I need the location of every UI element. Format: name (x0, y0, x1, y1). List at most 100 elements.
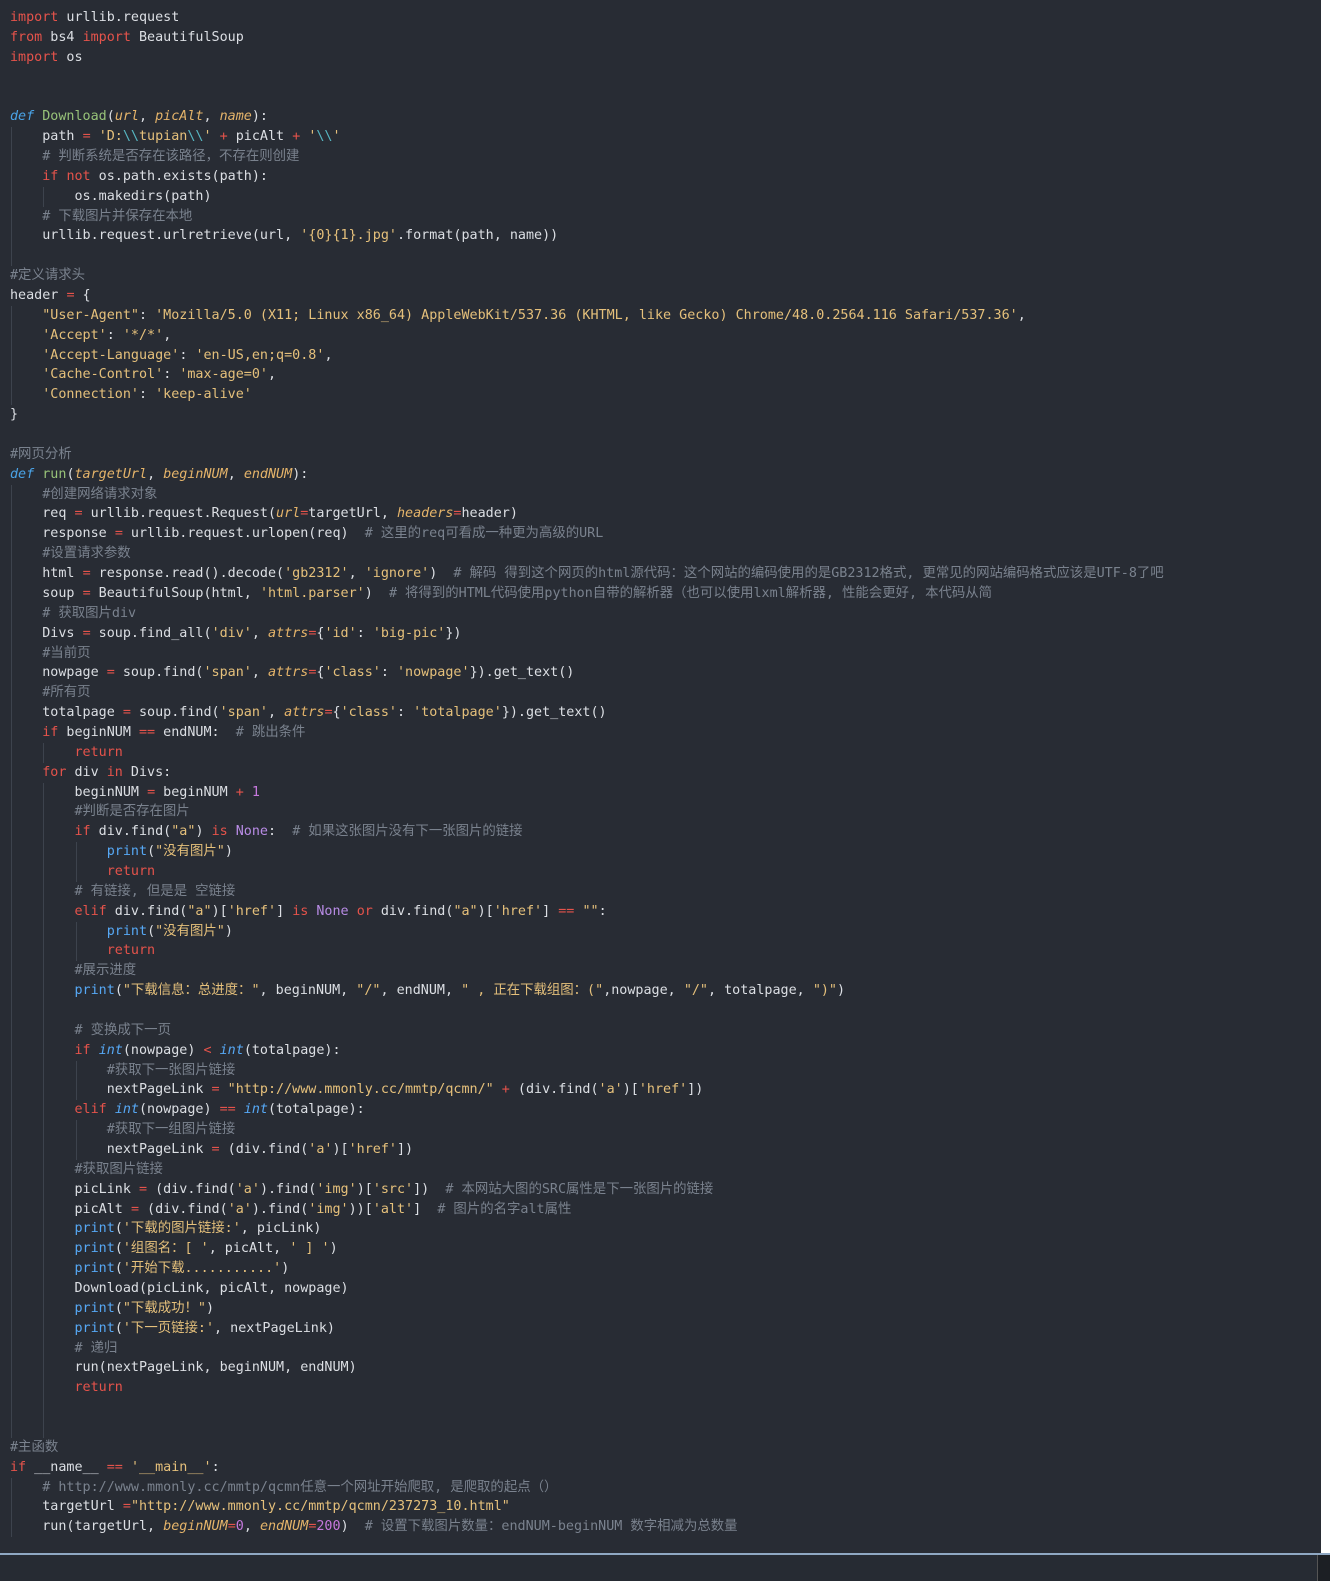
code-line[interactable]: targetUrl ="http://www.mmonly.cc/mmtp/qc… (10, 1497, 1321, 1518)
code-line[interactable]: # 递归 (10, 1338, 1321, 1359)
code-line[interactable]: # 获取图片div (10, 603, 1321, 624)
code-line[interactable]: 'Connection': 'keep-alive' (10, 385, 1321, 406)
code-line[interactable]: print("没有图片") (10, 842, 1321, 862)
code-line[interactable]: return (10, 941, 1321, 962)
indent-guide (11, 305, 12, 326)
code-line[interactable]: # http://www.mmonly.cc/mmtp/qcmn任意一个网址开始… (10, 1477, 1321, 1498)
indent-guide (11, 1120, 12, 1140)
code-line[interactable]: header = { (10, 286, 1321, 306)
code-line[interactable]: from bs4 import BeautifulSoup (10, 28, 1321, 48)
code-line[interactable]: # 判断系统是否存在该路径，不存在则创建 (10, 147, 1321, 167)
code-line[interactable]: beginNUM = beginNUM + 1 (10, 782, 1321, 803)
code-line[interactable]: os.makedirs(path) (10, 186, 1321, 207)
code-line[interactable]: # 有链接, 但是是 空链接 (10, 881, 1321, 902)
code-line[interactable]: #判断是否存在图片 (10, 802, 1321, 823)
code-line[interactable]: print("下载信息：总进度：", beginNUM, "/", endNUM… (10, 981, 1321, 1001)
code-line[interactable]: 'Cache-Control': 'max-age=0', (10, 365, 1321, 386)
code-line[interactable]: if div.find("a") is None: # 如果这张图片没有下一张图… (10, 822, 1321, 843)
code-line[interactable]: # 变换成下一页 (10, 1020, 1321, 1041)
code-line[interactable]: nextPageLink = (div.find('a')['href']) (10, 1139, 1321, 1160)
code-line[interactable]: #获取图片链接 (10, 1159, 1321, 1180)
code-line[interactable]: import urllib.request (10, 8, 1321, 28)
code-line[interactable]: #定义请求头 (10, 266, 1321, 286)
code-line[interactable]: for div in Divs: (10, 762, 1321, 783)
code-line[interactable]: response = urllib.request.urlopen(req) #… (10, 524, 1321, 545)
code-line[interactable]: totalpage = soup.find('span', attrs={'cl… (10, 703, 1321, 723)
code-line[interactable]: print('下载的图片链接:', picLink) (10, 1219, 1321, 1240)
code-line[interactable]: if not os.path.exists(path): (10, 166, 1321, 187)
code-line[interactable]: def Download(url, picAlt, name): (10, 107, 1321, 127)
code-line[interactable]: } (10, 405, 1321, 425)
code-editor[interactable]: import urllib.request from bs4 import Bea… (0, 0, 1321, 1553)
bottom-scrollbar[interactable] (0, 1553, 1330, 1581)
code-line[interactable]: elif div.find("a")['href'] is None or di… (10, 901, 1321, 922)
code-line[interactable]: #创建网络请求对象 (10, 484, 1321, 505)
code-line[interactable]: #获取下一组图片链接 (10, 1120, 1321, 1140)
code-line[interactable] (10, 68, 1321, 88)
code-line[interactable] (10, 1398, 1321, 1419)
code-line[interactable]: print('组图名：[ ', picAlt, ' ] ') (10, 1239, 1321, 1260)
code-line[interactable]: def run(targetUrl, beginNUM, endNUM): (10, 465, 1321, 485)
code-line[interactable]: Download(picLink, picAlt, nowpage) (10, 1279, 1321, 1299)
code-line[interactable]: return (10, 1378, 1321, 1399)
code-line[interactable]: soup = BeautifulSoup(html, 'html.parser'… (10, 583, 1321, 604)
code-line[interactable]: #展示进度 (10, 961, 1321, 982)
code-line[interactable] (10, 87, 1321, 107)
code-text-token: } (10, 407, 19, 423)
code-line[interactable]: path = 'D:\\tupian\\' + picAlt + '\\' (10, 127, 1321, 148)
code-line[interactable]: if __name__ == '__main__': (10, 1458, 1321, 1478)
code-line[interactable]: elif int(nowpage) == int(totalpage): (10, 1100, 1321, 1121)
indent-guide (75, 1139, 77, 1160)
code-line[interactable]: #所有页 (10, 683, 1321, 704)
code-line[interactable]: run(targetUrl, beginNUM=0, endNUM=200) #… (10, 1517, 1321, 1538)
indent-guide (43, 1239, 45, 1260)
code-line[interactable]: print('下一页链接:', nextPageLink) (10, 1318, 1321, 1339)
indent-guide (75, 1080, 77, 1101)
code-line[interactable]: return (10, 742, 1321, 763)
code-line[interactable]: picAlt = (div.find('a').find('img'))['al… (10, 1199, 1321, 1220)
code-line[interactable]: #网页分析 (10, 445, 1321, 465)
code-line[interactable]: #获取下一张图片链接 (10, 1060, 1321, 1081)
code-line[interactable]: if int(nowpage) < int(totalpage): (10, 1040, 1321, 1061)
code-line[interactable]: print("没有图片") (10, 921, 1321, 942)
code-line[interactable]: # 下载图片并保存在本地 (10, 206, 1321, 227)
resize-corner[interactable] (1317, 1555, 1330, 1581)
code-text-token: : (139, 307, 156, 323)
code-line[interactable]: picLink = (div.find('a').find('img')['sr… (10, 1179, 1321, 1200)
code-line[interactable]: "User-Agent": 'Mozilla/5.0 (X11; Linux x… (10, 305, 1321, 326)
code-line[interactable]: html = response.read().decode('gb2312', … (10, 564, 1321, 584)
code-line[interactable]: urllib.request.urlretrieve(url, '{0}{1}.… (10, 226, 1321, 247)
code-line[interactable]: run(nextPageLink, beginNUM, endNUM) (10, 1358, 1321, 1379)
code-line[interactable] (10, 1000, 1321, 1021)
indent-guide (11, 206, 12, 227)
code-line[interactable]: #设置请求参数 (10, 544, 1321, 565)
code-line[interactable]: nowpage = soup.find('span', attrs={'clas… (10, 663, 1321, 684)
code-area[interactable]: import urllib.request from bs4 import Bea… (10, 8, 1321, 1538)
keyword-token: or (356, 903, 373, 919)
code-line[interactable]: 'Accept-Language': 'en-US,en;q=0.8', (10, 345, 1321, 366)
string-token: 'en-US,en;q=0.8' (195, 347, 325, 363)
code-text-token: div.find( (106, 903, 188, 919)
code-line[interactable]: import os (10, 48, 1321, 68)
code-line[interactable]: print('开始下载...........') (10, 1259, 1321, 1279)
indent-guide (11, 186, 12, 207)
code-line[interactable]: #主函数 (10, 1438, 1321, 1458)
code-line[interactable]: print("下载成功！") (10, 1298, 1321, 1319)
code-line[interactable]: return (10, 861, 1321, 882)
indent-guide (43, 1398, 45, 1419)
code-line[interactable] (10, 1418, 1321, 1438)
code-line[interactable] (10, 246, 1321, 267)
code-line[interactable]: #当前页 (10, 643, 1321, 664)
code-line[interactable] (10, 425, 1321, 445)
code-line[interactable]: req = urllib.request.Request(url=targetU… (10, 504, 1321, 525)
code-line[interactable]: nextPageLink = "http://www.mmonly.cc/mmt… (10, 1080, 1321, 1101)
code-line[interactable]: Divs = soup.find_all('div', attrs={'id':… (10, 623, 1321, 644)
code-line[interactable]: if beginNUM == endNUM: # 跳出条件 (10, 722, 1321, 743)
code-line[interactable]: 'Accept': '*/*', (10, 325, 1321, 346)
